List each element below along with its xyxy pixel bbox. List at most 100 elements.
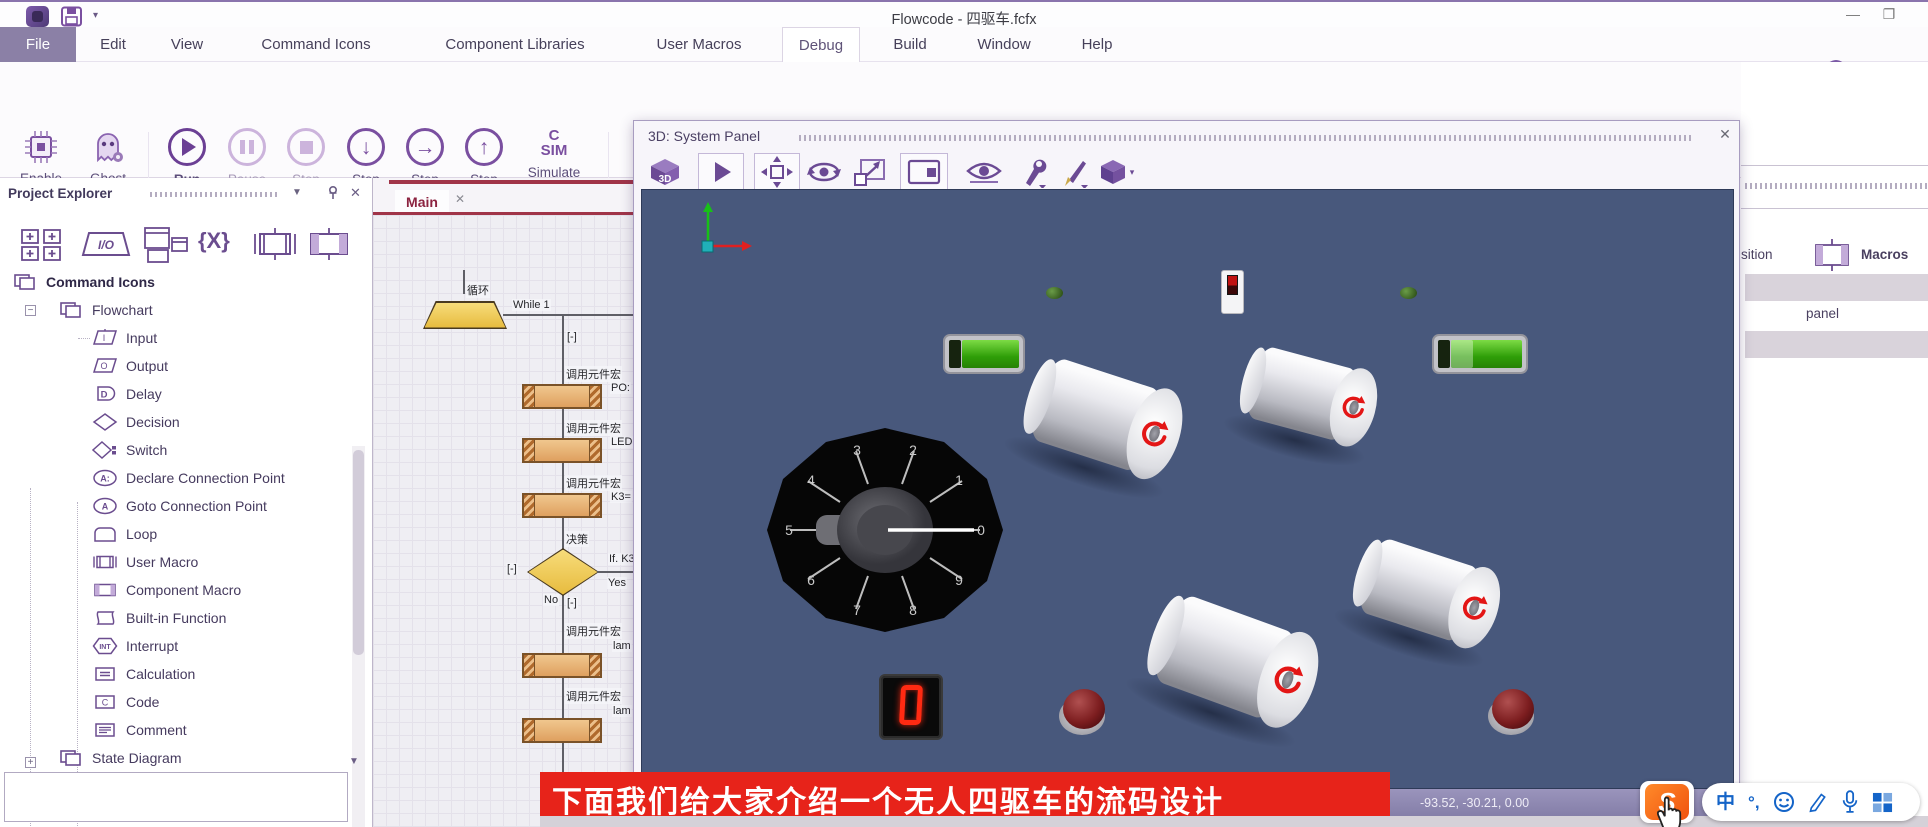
flow-macro4-target: lam xyxy=(612,640,632,652)
tree-item-loop[interactable]: Loop xyxy=(92,520,157,548)
flow-macro5-node[interactable] xyxy=(522,718,602,743)
explorer-scrollbar[interactable] xyxy=(352,446,365,827)
flow-loop-start-node[interactable] xyxy=(423,301,507,329)
io-button[interactable]: I/O xyxy=(80,230,132,258)
tree-item-command-icons[interactable]: Command Icons xyxy=(12,268,155,296)
led-dot-right[interactable] xyxy=(1400,287,1417,299)
menu-file[interactable]: File xyxy=(0,27,76,62)
restore-button[interactable]: ❐ xyxy=(1876,6,1902,23)
emoji-icon[interactable] xyxy=(1773,791,1795,813)
panel-close-icon[interactable]: ✕ xyxy=(350,185,361,201)
3d-resize-button[interactable] xyxy=(850,153,890,191)
pin-icon[interactable] xyxy=(326,185,340,200)
grid-icons-button[interactable] xyxy=(20,226,64,262)
macros-label[interactable]: Macros xyxy=(1861,247,1908,262)
flow-no-label: No xyxy=(543,594,559,606)
flow-macro3-node[interactable] xyxy=(522,493,602,518)
3d-paint-button[interactable] xyxy=(1058,153,1092,191)
3d-system-panel-window[interactable]: 3D: System Panel ✕ 3D ▾ xyxy=(633,120,1740,825)
flow-macro1-node[interactable] xyxy=(522,384,602,409)
scroll-down-icon[interactable]: ▼ xyxy=(349,756,359,767)
led-bar-right[interactable] xyxy=(1432,334,1528,374)
tree-item-declare-connection-point[interactable]: A:Declare Connection Point xyxy=(92,464,285,492)
dial-number: 2 xyxy=(909,442,917,458)
motor-rear-left[interactable] xyxy=(1142,585,1331,737)
3d-pan-button[interactable] xyxy=(754,153,800,191)
menu-view[interactable]: View xyxy=(164,27,210,62)
property-row[interactable] xyxy=(1745,331,1928,358)
project-explorer-title: Project Explorer xyxy=(8,186,112,201)
keyboard-grid-icon[interactable] xyxy=(1872,792,1893,813)
expand-toggle[interactable]: + xyxy=(25,757,36,768)
menu-build[interactable]: Build xyxy=(880,27,940,62)
windows-button[interactable] xyxy=(142,226,190,264)
collapse-toggle[interactable]: − xyxy=(25,305,36,316)
microphone-icon[interactable] xyxy=(1841,790,1859,814)
variables-button[interactable]: {X} xyxy=(198,228,230,254)
menu-component-libraries[interactable]: Component Libraries xyxy=(420,27,610,62)
component-macro-button[interactable] xyxy=(306,226,352,262)
menu-edit[interactable]: Edit xyxy=(90,27,136,62)
svg-text:I: I xyxy=(103,333,106,343)
tree-item-user-macro[interactable]: User Macro xyxy=(92,548,198,576)
tree-item-input[interactable]: IInput xyxy=(92,324,157,352)
switch-widget[interactable] xyxy=(1221,270,1244,314)
tree-item-comment[interactable]: Comment xyxy=(92,716,187,744)
property-value-panel[interactable]: panel xyxy=(1806,306,1839,321)
flow-macro2-node[interactable] xyxy=(522,438,602,463)
flow-macro5-target: lam xyxy=(612,705,632,717)
rotary-switch-dial[interactable]: 0 1 2 3 4 5 6 7 8 9 xyxy=(760,425,1010,640)
tree-item-code[interactable]: CCode xyxy=(92,688,159,716)
user-macro-button[interactable] xyxy=(252,226,298,262)
svg-text:A: A xyxy=(102,502,109,512)
menu-window[interactable]: Window xyxy=(967,27,1041,62)
window-title: Flowcode - 四驱车.fcfx xyxy=(0,8,1928,29)
tree-item-decision[interactable]: Decision xyxy=(92,408,180,436)
led-dot-left[interactable] xyxy=(1046,287,1063,299)
menu-user-macros[interactable]: User Macros xyxy=(638,27,760,62)
flow-condition-label: If. K3 xyxy=(608,553,636,565)
motor-rear-right[interactable] xyxy=(1348,530,1510,656)
3d-visibility-button[interactable] xyxy=(962,153,1006,191)
led-bar-left[interactable] xyxy=(943,334,1025,374)
menu-debug[interactable]: Debug xyxy=(782,27,860,62)
position-label-fragment[interactable]: sition xyxy=(1741,247,1773,262)
3d-panel-close-icon[interactable]: ✕ xyxy=(1716,126,1734,144)
minimize-button[interactable]: — xyxy=(1840,6,1866,22)
ime-lang-toggle[interactable]: 中 xyxy=(1716,793,1735,812)
3d-clip-button[interactable] xyxy=(900,153,948,191)
dial-number: 6 xyxy=(807,572,815,588)
panel-dropdown-icon[interactable]: ▼ xyxy=(292,187,302,198)
3d-scene-viewport[interactable]: 0 1 2 3 4 5 6 7 8 9 xyxy=(641,189,1734,789)
menu-help[interactable]: Help xyxy=(1072,27,1122,62)
3d-play-button[interactable] xyxy=(698,153,744,191)
3d-tool-wrench-button[interactable] xyxy=(1016,153,1050,191)
scrollbar-thumb[interactable] xyxy=(353,450,364,655)
tab-close-icon[interactable]: ✕ xyxy=(455,192,465,206)
push-button-right[interactable] xyxy=(1492,689,1534,729)
titlebar: ▾ Flowcode - 四驱车.fcfx — ❐ xyxy=(0,0,1928,27)
tree-item-delay[interactable]: DDelay xyxy=(92,380,162,408)
tree-item-state-diagram[interactable]: State Diagram xyxy=(58,744,181,772)
tree-item-goto-connection-point[interactable]: AGoto Connection Point xyxy=(92,492,267,520)
handwriting-icon[interactable] xyxy=(1808,791,1828,813)
property-row[interactable] xyxy=(1745,274,1928,301)
tree-item-switch[interactable]: Switch xyxy=(92,436,167,464)
seven-segment-display[interactable] xyxy=(879,674,943,740)
tree-item-output[interactable]: OOutput xyxy=(92,352,168,380)
tree-item-flowchart[interactable]: Flowchart xyxy=(58,296,153,324)
tree-item-interrupt[interactable]: INTInterrupt xyxy=(92,632,178,660)
motor-front-right[interactable] xyxy=(1237,339,1386,452)
motor-front-left[interactable] xyxy=(1019,349,1193,487)
3d-cube-button[interactable]: ▾ xyxy=(1096,153,1136,191)
tree-item-component-macro[interactable]: Component Macro xyxy=(92,576,241,604)
step-into-icon: ↓ xyxy=(347,128,385,166)
flow-macro4-node[interactable] xyxy=(522,653,602,678)
push-button-left[interactable] xyxy=(1063,689,1105,729)
pause-icon xyxy=(228,128,266,166)
tree-item-calculation[interactable]: Calculation xyxy=(92,660,195,688)
menu-command-icons[interactable]: Command Icons xyxy=(238,27,394,62)
ime-punct-toggle[interactable]: °, xyxy=(1748,794,1760,811)
tree-item-built-in-function[interactable]: Built-in Function xyxy=(92,604,226,632)
3d-orbit-button[interactable] xyxy=(804,153,844,191)
